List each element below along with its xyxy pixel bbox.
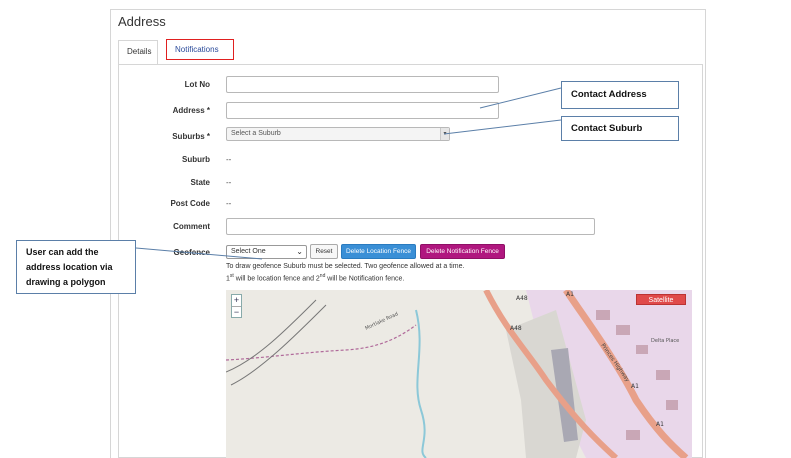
contact-suburb-callout: Contact Suburb	[561, 116, 679, 141]
callout-connectors	[135, 87, 562, 260]
polygon-callout-line: address location via	[26, 262, 113, 272]
polygon-callout-line: drawing a polygon	[26, 277, 106, 287]
contact-address-callout: Contact Address	[561, 81, 679, 109]
polygon-callout: User can add the address location via dr…	[16, 240, 136, 294]
polygon-callout-line: User can add the	[26, 247, 99, 257]
